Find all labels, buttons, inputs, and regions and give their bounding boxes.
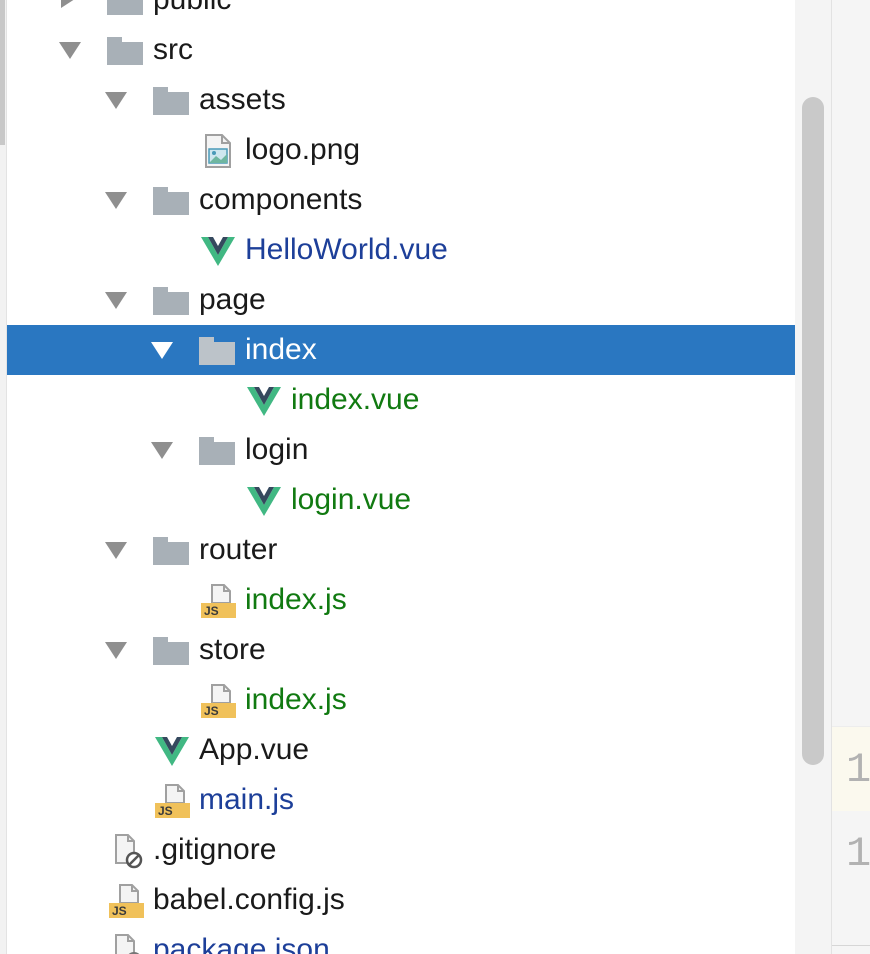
js-file-icon: JS (201, 684, 236, 718)
tree-item-gitignore[interactable]: .gitignore (7, 825, 795, 875)
tree-item-page[interactable]: page (7, 275, 795, 325)
tree-item-login-vue[interactable]: login.vue (7, 475, 795, 525)
tree-item-package-json[interactable]: package.json (7, 925, 795, 954)
left-scroll-thumb[interactable] (0, 0, 5, 145)
image-file-icon (205, 134, 231, 168)
tree-item-logo-png[interactable]: logo.png (7, 125, 795, 175)
js-badge-label: JS (112, 904, 127, 918)
tree-item-label: index.js (245, 583, 347, 616)
tree-item-label: public (153, 0, 231, 25)
js-badge-label: JS (158, 804, 173, 818)
tree-item-app-vue[interactable]: App.vue (7, 725, 795, 775)
line-number: 1 (846, 746, 870, 794)
collapse-arrow-icon[interactable] (151, 442, 173, 459)
folder-icon (153, 287, 189, 315)
collapse-arrow-icon[interactable] (105, 542, 127, 559)
tree-item-public[interactable]: public (7, 0, 795, 25)
tree-item-assets[interactable]: assets (7, 75, 795, 125)
tree-item-components[interactable]: components (7, 175, 795, 225)
tree-item-label: main.js (199, 783, 295, 816)
tree-item-main-js[interactable]: JS main.js (7, 775, 795, 825)
tree-item-label: page (199, 283, 266, 316)
tree-item-label: assets (199, 83, 286, 116)
tree-item-label: src (153, 33, 193, 66)
tree-item-label: babel.config.js (153, 883, 345, 916)
expand-arrow-icon[interactable] (61, 0, 78, 8)
tree-item-label: login.vue (291, 483, 412, 516)
left-gutter (0, 0, 7, 954)
folder-icon (199, 437, 235, 465)
tree-item-router-index-js[interactable]: JS index.js (7, 575, 795, 625)
tree-item-store-index-js[interactable]: JS index.js (7, 675, 795, 725)
tree-item-label: index.vue (291, 383, 420, 416)
folder-icon (153, 187, 189, 215)
tree-item-label: index.js (245, 683, 347, 716)
tree-item-label: store (199, 633, 266, 666)
vertical-scrollbar[interactable] (795, 0, 832, 954)
vue-file-icon (247, 387, 281, 416)
tree-item-label: .gitignore (153, 833, 277, 866)
line-number: 1 (846, 830, 870, 878)
js-badge-label: JS (204, 604, 219, 618)
vue-file-icon (201, 237, 235, 266)
js-file-icon: JS (109, 884, 144, 918)
folder-icon (153, 537, 189, 565)
tree-item-label: App.vue (199, 733, 310, 766)
folder-icon (153, 87, 189, 115)
collapse-arrow-icon[interactable] (105, 192, 127, 209)
tree-item-babel-config-js[interactable]: JS babel.config.js (7, 875, 795, 925)
scrollbar-thumb[interactable] (802, 97, 824, 765)
tree-item-label: router (199, 533, 278, 566)
ignored-file-icon (115, 834, 143, 869)
collapse-arrow-icon[interactable] (151, 342, 173, 359)
tree-item-index-vue[interactable]: index.vue (7, 375, 795, 425)
collapse-arrow-icon[interactable] (105, 92, 127, 109)
tree-item-label: HelloWorld.vue (245, 233, 448, 266)
folder-icon (107, 37, 143, 65)
divider (832, 945, 870, 946)
collapse-arrow-icon[interactable] (105, 292, 127, 309)
js-badge-label: JS (204, 704, 219, 718)
tree-item-label: index (245, 333, 317, 366)
folder-icon (107, 0, 143, 15)
tree-item-label: logo.png (245, 133, 361, 166)
tree-item-src[interactable]: src (7, 25, 795, 75)
editor-gutter: 1 1 (832, 0, 870, 954)
tree-item-helloworld-vue[interactable]: HelloWorld.vue (7, 225, 795, 275)
tree-item-label: components (199, 183, 363, 216)
folder-icon (199, 337, 235, 365)
tree-item-store[interactable]: store (7, 625, 795, 675)
ide-window: public src assets logo.png (0, 0, 870, 954)
tree-item-router[interactable]: router (7, 525, 795, 575)
json-file-icon (115, 934, 140, 954)
tree-item-index-folder[interactable]: index (7, 325, 795, 375)
vue-file-icon (155, 737, 189, 766)
project-tree: public src assets logo.png (7, 0, 795, 954)
collapse-arrow-icon[interactable] (105, 642, 127, 659)
vue-file-icon (247, 487, 281, 516)
tree-item-login-folder[interactable]: login (7, 425, 795, 475)
js-file-icon: JS (201, 584, 236, 618)
tree-item-label: login (245, 433, 309, 466)
collapse-arrow-icon[interactable] (59, 42, 81, 59)
tree-item-label: package.json (153, 933, 330, 954)
folder-icon (153, 637, 189, 665)
js-file-icon: JS (155, 784, 190, 818)
